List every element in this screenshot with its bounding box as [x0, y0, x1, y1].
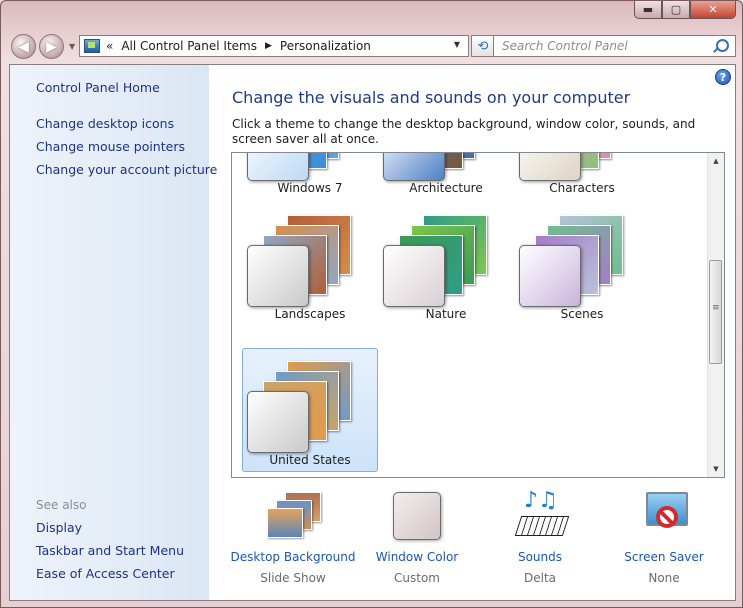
- window-color-value: Custom: [394, 571, 440, 585]
- screen-saver-item[interactable]: Screen Saver None: [594, 492, 734, 585]
- address-bar[interactable]: « All Control Panel Items ▶ Personalizat…: [79, 35, 469, 57]
- scroll-down-icon[interactable]: ▼: [708, 461, 724, 477]
- refresh-icon: ⟲: [477, 38, 489, 54]
- desktop-background-icon: [263, 492, 323, 542]
- theme-list[interactable]: Windows 7 Architecture Characters Landscape…: [231, 152, 725, 478]
- screen-saver-value: None: [648, 571, 680, 585]
- theme-preview: [519, 153, 645, 181]
- scroll-thumb[interactable]: [709, 260, 722, 364]
- address-dropdown-icon[interactable]: ▼: [454, 40, 460, 49]
- breadcrumb-all-control-panel-items[interactable]: All Control Panel Items: [121, 39, 257, 53]
- sounds-value: Delta: [523, 571, 556, 585]
- close-button[interactable]: ✕: [690, 1, 736, 19]
- sidebar: Control Panel Home Change desktop icons …: [10, 65, 217, 600]
- theme-color-swatch: [519, 245, 581, 307]
- sidebar-change-account-picture[interactable]: Change your account picture: [36, 162, 217, 177]
- sidebar-change-desktop-icons[interactable]: Change desktop icons: [36, 116, 174, 131]
- desktop-background-value: Slide Show: [260, 571, 326, 585]
- search-icon[interactable]: [716, 39, 729, 52]
- close-icon: ✕: [708, 3, 718, 16]
- address-overflow-chevron[interactable]: «: [106, 39, 113, 53]
- minimize-icon: ▬: [642, 3, 654, 16]
- theme-name: Windows 7: [277, 181, 343, 195]
- page-description: Click a theme to change the desktop back…: [232, 117, 696, 146]
- theme-preview: [247, 211, 373, 307]
- theme-color-swatch: [247, 245, 309, 307]
- back-arrow-icon: ◀: [18, 38, 29, 55]
- maximize-button[interactable]: ▢: [662, 1, 690, 19]
- desktop-background-label[interactable]: Desktop Background: [223, 550, 363, 564]
- theme-settings-bar: Desktop Background Slide Show Window Col…: [209, 488, 735, 598]
- theme-name: Scenes: [560, 307, 604, 321]
- navigation-bar: ◀ ▶ ▼ « All Control Panel Items ▶ Person…: [9, 33, 736, 61]
- theme-name: United States: [269, 453, 351, 467]
- content-area: Control Panel Home Change desktop icons …: [9, 64, 736, 601]
- theme-color-swatch: [247, 391, 309, 453]
- forward-arrow-icon: ▶: [46, 38, 57, 55]
- theme-tile[interactable]: United States: [242, 348, 378, 472]
- forward-button[interactable]: ▶: [39, 34, 64, 59]
- theme-tile[interactable]: Architecture: [378, 153, 514, 200]
- theme-tile[interactable]: Landscapes: [242, 202, 378, 326]
- theme-name: Characters: [549, 181, 615, 195]
- theme-color-swatch: [519, 153, 581, 181]
- theme-name: Nature: [425, 307, 467, 321]
- screen-saver-label[interactable]: Screen Saver: [594, 550, 734, 564]
- theme-tile[interactable]: Characters: [514, 153, 650, 200]
- sidebar-taskbar-start-menu[interactable]: Taskbar and Start Menu: [36, 543, 184, 558]
- theme-tile[interactable]: Nature: [378, 202, 514, 326]
- sounds-item[interactable]: ♪♫ Sounds Delta: [470, 490, 610, 585]
- maximize-icon: ▢: [670, 3, 682, 16]
- recent-pages-dropdown[interactable]: ▼: [69, 42, 75, 51]
- personalization-window: ▬ ▢ ✕ ◀ ▶ ▼ « All Control Panel Items ▶ …: [0, 0, 743, 608]
- theme-color-swatch: [383, 153, 445, 181]
- help-icon[interactable]: ?: [715, 69, 731, 85]
- breadcrumb-personalization[interactable]: Personalization: [280, 39, 371, 53]
- minimize-button[interactable]: ▬: [634, 1, 662, 19]
- control-panel-icon: [84, 39, 100, 53]
- page-title: Change the visuals and sounds on your co…: [232, 88, 631, 107]
- theme-list-scrollbar[interactable]: ▲ ▼: [707, 153, 724, 477]
- sounds-label[interactable]: Sounds: [470, 550, 610, 564]
- sidebar-change-mouse-pointers[interactable]: Change mouse pointers: [36, 139, 185, 154]
- theme-color-swatch: [247, 153, 309, 181]
- scroll-up-icon[interactable]: ▲: [708, 153, 724, 169]
- theme-preview: [383, 153, 509, 181]
- search-placeholder: Search Control Panel: [502, 39, 628, 53]
- sidebar-ease-of-access[interactable]: Ease of Access Center: [36, 566, 175, 581]
- theme-preview: [519, 211, 645, 307]
- back-button[interactable]: ◀: [11, 34, 36, 59]
- theme-color-swatch: [383, 245, 445, 307]
- breadcrumb-separator-icon[interactable]: ▶: [265, 41, 272, 51]
- sidebar-control-panel-home[interactable]: Control Panel Home: [36, 80, 160, 95]
- sidebar-display[interactable]: Display: [36, 520, 82, 535]
- window-color-item[interactable]: Window Color Custom: [347, 492, 487, 585]
- theme-preview: [247, 153, 373, 181]
- main-panel: ? Change the visuals and sounds on your …: [209, 65, 735, 600]
- theme-name: Architecture: [409, 181, 483, 195]
- see-also-label: See also: [36, 498, 87, 512]
- refresh-button[interactable]: ⟲: [471, 35, 495, 57]
- window-color-label[interactable]: Window Color: [347, 550, 487, 564]
- caption-buttons: ▬ ▢ ✕: [634, 1, 736, 21]
- theme-preview: [383, 211, 509, 307]
- theme-preview: [247, 357, 373, 453]
- theme-tile[interactable]: Windows 7: [242, 153, 378, 200]
- sounds-icon: ♪♫: [510, 490, 570, 542]
- search-input[interactable]: Search Control Panel: [493, 35, 736, 57]
- theme-tile[interactable]: Scenes: [514, 202, 650, 326]
- screen-saver-icon: [634, 492, 694, 542]
- theme-name: Landscapes: [274, 307, 346, 321]
- window-color-icon: [387, 492, 447, 542]
- desktop-background-item[interactable]: Desktop Background Slide Show: [223, 492, 363, 585]
